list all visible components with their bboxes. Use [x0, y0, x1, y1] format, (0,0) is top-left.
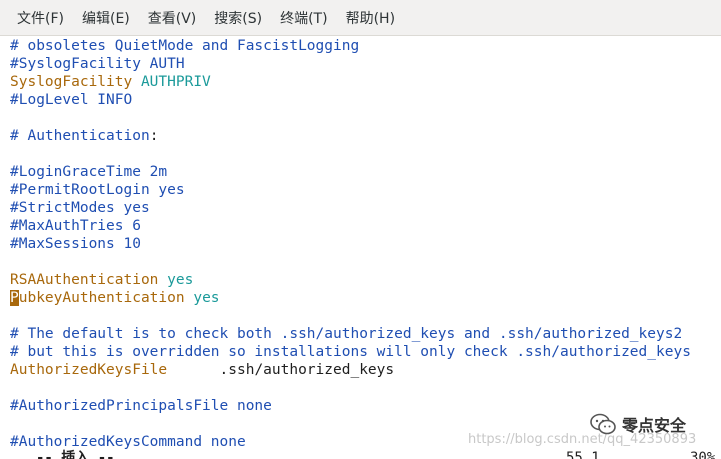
line-segment: #SyslogFacility AUTH: [10, 56, 185, 72]
editor-line: #MaxAuthTries 6: [10, 217, 141, 235]
line-segment: RSAAuthentication: [10, 272, 159, 288]
editor-line: RSAAuthentication yes: [10, 271, 193, 289]
status-cursor-position: 55,1: [566, 450, 600, 459]
status-scroll-percent: 30%: [690, 450, 716, 459]
line-segment: # Authentication: [10, 128, 150, 144]
editor-line: # Authentication:: [10, 127, 158, 145]
line-segment: #MaxSessions 10: [10, 236, 141, 252]
terminal-window: 文件(F) 编辑(E) 查看(V) 搜索(S) 终端(T) 帮助(H) # ob…: [0, 0, 721, 459]
line-segment: #LogLevel INFO: [10, 92, 133, 108]
editor-line: #LoginGraceTime 2m: [10, 163, 167, 181]
line-segment: # obsoletes QuietMode and FascistLogging: [10, 38, 360, 54]
brand-text: 零点安全: [622, 416, 687, 435]
line-segment: # The default is to check both .ssh/auth…: [10, 326, 683, 342]
menu-search[interactable]: 搜索(S): [205, 4, 271, 32]
wechat-icon: [590, 413, 616, 435]
menu-view[interactable]: 查看(V): [139, 4, 206, 32]
line-segment: ubkeyAuthentication: [18, 290, 185, 306]
editor-line: #StrictModes yes: [10, 199, 150, 217]
line-segment: #AuthorizedPrincipalsFile none: [10, 398, 272, 414]
menu-help[interactable]: 帮助(H): [337, 4, 404, 32]
line-segment: #StrictModes yes: [10, 200, 150, 216]
brand-watermark: 零点安全: [590, 412, 686, 436]
line-segment: #AuthorizedKeysCommand none: [10, 434, 246, 450]
text-cursor: P: [10, 290, 19, 306]
editor-line: #MaxSessions 10: [10, 235, 141, 253]
editor-line: PubkeyAuthentication yes: [10, 289, 220, 307]
line-segment: AUTHPRIV: [132, 74, 211, 90]
line-segment: #PermitRootLogin yes: [10, 182, 185, 198]
editor-line: # but this is overridden so installation…: [10, 343, 691, 361]
line-segment: .ssh/authorized_keys: [167, 362, 395, 378]
line-segment: SyslogFacility: [10, 74, 133, 90]
editor-line: AuthorizedKeysFile .ssh/authorized_keys: [10, 361, 394, 379]
line-segment: #LoginGraceTime 2m: [10, 164, 168, 180]
status-mode: -- 插入 --: [36, 450, 115, 459]
menu-terminal[interactable]: 终端(T): [271, 4, 336, 32]
menu-file[interactable]: 文件(F): [8, 4, 73, 32]
editor-line: SyslogFacility AUTHPRIV: [10, 73, 211, 91]
terminal-text-area[interactable]: # obsoletes QuietMode and FascistLogging…: [0, 37, 721, 459]
editor-line: #PermitRootLogin yes: [10, 181, 185, 199]
editor-line: # The default is to check both .ssh/auth…: [10, 325, 682, 343]
menu-edit[interactable]: 编辑(E): [73, 4, 139, 32]
editor-line: #AuthorizedPrincipalsFile none: [10, 397, 272, 415]
status-bar: -- 插入 -- 55,1 30%: [0, 449, 721, 459]
line-segment: AuthorizedKeysFile: [10, 362, 168, 378]
editor-line: # obsoletes QuietMode and FascistLogging: [10, 37, 359, 55]
editor-line: #SyslogFacility AUTH: [10, 55, 185, 73]
line-segment: # but this is overridden so installation…: [10, 344, 691, 360]
line-segment: :: [149, 128, 159, 144]
editor-line: #LogLevel INFO: [10, 91, 132, 109]
line-segment: yes: [158, 272, 194, 288]
line-segment: #MaxAuthTries 6: [10, 218, 141, 234]
menu-bar: 文件(F) 编辑(E) 查看(V) 搜索(S) 终端(T) 帮助(H): [0, 0, 721, 36]
line-segment: yes: [184, 290, 220, 306]
